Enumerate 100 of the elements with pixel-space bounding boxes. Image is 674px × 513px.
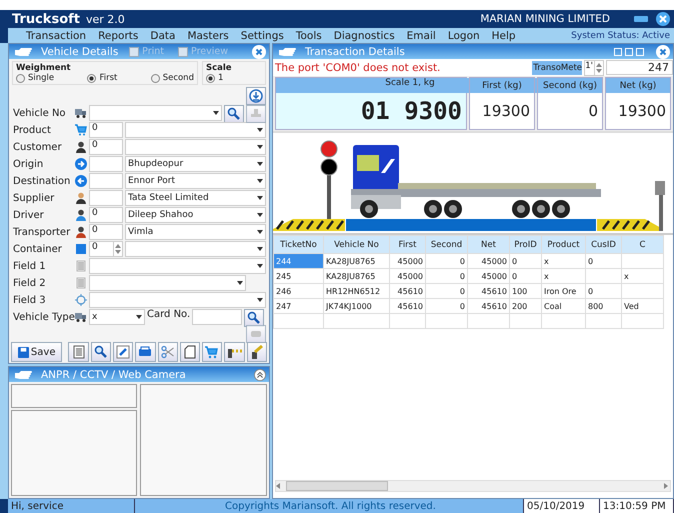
code-field[interactable]: 0 (89, 122, 123, 138)
column-header[interactable]: First (390, 236, 426, 254)
table-cell: HR12HN6512 (324, 284, 390, 298)
search-button[interactable] (90, 342, 111, 362)
dropdown[interactable]: Tata Steel Limited (125, 190, 266, 206)
collapse-icon[interactable] (254, 368, 266, 380)
menu-item[interactable]: Reports (98, 30, 138, 42)
search-button[interactable] (244, 309, 264, 327)
barrier-open-button[interactable] (246, 342, 268, 362)
caret-icon (213, 111, 219, 115)
radio-button[interactable]: Single (16, 73, 54, 83)
card-number-field[interactable] (192, 309, 242, 325)
save-button[interactable]: Save (11, 342, 62, 362)
column-header[interactable]: Product (542, 236, 586, 254)
table-cell[interactable]: 245 (274, 268, 324, 284)
dropdown[interactable]: Dileep Shahoo (125, 207, 266, 223)
meter-spinner[interactable]: 1' (584, 60, 604, 76)
table-cell (622, 284, 664, 298)
table-cell: 0 (510, 268, 542, 284)
search-button[interactable] (224, 105, 244, 123)
table-cell: 0 (426, 284, 468, 298)
scroll-left-icon[interactable] (276, 483, 280, 489)
app-version: ver 2.0 (86, 12, 125, 26)
list-icon (75, 260, 87, 272)
radio-button[interactable]: 1 (206, 73, 224, 83)
page-icon (183, 345, 198, 359)
code-field[interactable]: 0 (89, 241, 123, 257)
clipboard-button[interactable] (68, 342, 89, 362)
barrier-button[interactable] (224, 342, 245, 362)
menu-item[interactable]: Email (406, 30, 436, 42)
person-icon (75, 209, 87, 221)
column-header[interactable]: ProID (510, 236, 542, 254)
spinner-icon[interactable] (594, 60, 603, 74)
system-status: System Status: Active (571, 30, 670, 40)
code-field[interactable] (89, 190, 123, 206)
table-cell: 45000 (390, 254, 426, 268)
code-field[interactable] (89, 173, 123, 189)
cart-button[interactable] (202, 342, 222, 362)
table-cell: 0 (510, 254, 542, 268)
download-button[interactable] (246, 87, 266, 105)
panel-title: Vehicle Details (41, 46, 118, 58)
status-date: 05/10/2019 (524, 499, 600, 513)
status-time: 13:10:59 PM (600, 499, 674, 513)
new-page-button[interactable] (180, 342, 200, 362)
menu-item[interactable]: Transaction (26, 30, 86, 42)
table-cell[interactable]: 246 (274, 284, 324, 298)
column-header[interactable]: Vehicle No (324, 236, 390, 254)
caret-icon (257, 145, 263, 149)
menu-item[interactable]: Tools (296, 30, 322, 42)
dropdown[interactable]: Ennor Port (125, 173, 266, 189)
horizontal-scrollbar[interactable] (275, 480, 671, 492)
menu-item[interactable]: Logon (448, 30, 480, 42)
field-label: Field 3 (13, 294, 47, 306)
column-header[interactable]: C (622, 236, 664, 254)
spinner-icon[interactable] (113, 242, 122, 256)
list-icon (75, 277, 87, 289)
radio-button[interactable]: Second (150, 73, 194, 83)
download-icon (249, 89, 263, 103)
table-cell[interactable]: 247 (274, 298, 324, 314)
column-header[interactable]: Net (468, 236, 510, 254)
menu-item[interactable]: Diagnostics (334, 30, 395, 42)
column-header[interactable]: CusID (586, 236, 622, 254)
field-label: Field 1 (13, 260, 47, 272)
scissors-button[interactable] (158, 342, 178, 362)
code-field[interactable]: 0 (89, 139, 123, 155)
crosshair-icon (75, 294, 87, 306)
person-icon (75, 141, 87, 153)
table-cell: Iron Ore (542, 284, 586, 298)
code-field[interactable]: 0 (89, 207, 123, 223)
field-label: Destination (13, 176, 72, 186)
radio-button[interactable]: First (87, 73, 118, 83)
menu-item[interactable]: Settings (240, 30, 284, 42)
weight-header: Second (kg) (538, 78, 602, 93)
print-button[interactable] (135, 342, 156, 362)
truck-icon (75, 107, 87, 119)
scroll-right-icon[interactable] (664, 483, 668, 489)
table-cell: Ved (622, 298, 664, 314)
raised-barrier-icon (250, 345, 264, 359)
field-label: Product (13, 124, 52, 136)
table-cell: 200 (510, 298, 542, 314)
dropdown[interactable]: Bhupdeopur (125, 156, 266, 172)
square-icon (75, 243, 87, 255)
dropdown[interactable]: Vimla (125, 224, 266, 240)
vehicle-type-dropdown[interactable]: x (89, 309, 145, 325)
table-cell: 800 (586, 298, 622, 314)
menu-item[interactable]: Data (150, 30, 176, 42)
menu-item[interactable]: Help (492, 30, 516, 42)
table-cell: JK74KJ1000 (324, 298, 390, 314)
table-cell (622, 254, 664, 268)
menu-item[interactable]: Masters (187, 30, 229, 42)
company-name: MARIAN MINING LIMITED (480, 13, 610, 25)
code-field[interactable]: 0 (89, 224, 123, 240)
column-header[interactable]: TicketNo (274, 236, 324, 254)
close-icon[interactable] (656, 12, 670, 26)
edit-button[interactable] (112, 342, 134, 362)
table-cell: x (542, 254, 586, 268)
ticket-number-field[interactable]: 247 (606, 60, 673, 75)
code-field[interactable] (89, 156, 123, 172)
column-header[interactable]: Second (426, 236, 468, 254)
field-label: Container (13, 244, 63, 254)
